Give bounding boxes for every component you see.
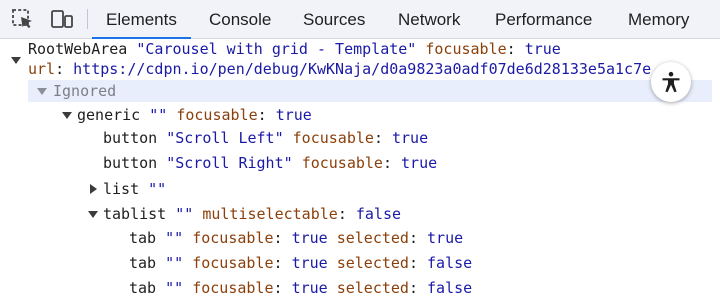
inspect-element-icon[interactable] [11, 8, 35, 30]
toolbar-divider [87, 9, 88, 29]
prop-key: selected [336, 279, 409, 297]
node-role: list [103, 180, 140, 198]
prop-value: true [291, 279, 328, 297]
tree-node-tab[interactable]: tab "" focusable: true selected: false [129, 276, 472, 300]
tab-sources[interactable]: Sources [303, 0, 365, 38]
prop-value: true [524, 40, 561, 58]
tree-node-tablist[interactable]: tablist "" multiselectable: false [103, 202, 401, 226]
node-name: "Carousel with grid - Template" [136, 40, 417, 58]
tree-node-button-scroll-right[interactable]: button "Scroll Right" focusable: true [103, 151, 437, 175]
tab-network[interactable]: Network [398, 0, 460, 38]
prop-key: focusable [301, 154, 383, 172]
tree-node-tab[interactable]: tab "" focusable: true selected: false [129, 251, 472, 275]
prop-value: true [401, 154, 438, 172]
node-name: "" [149, 106, 168, 124]
prop-value: false [355, 205, 402, 223]
prop-key: focusable [292, 129, 374, 147]
tree-node-tab[interactable]: tab "" focusable: true selected: true [129, 226, 463, 250]
prop-key: focusable [192, 229, 274, 247]
node-name: "" [165, 254, 184, 272]
accessibility-tree: RootWebArea "Carousel with grid - Templa… [0, 39, 720, 297]
tree-node-ignored-highlight [28, 80, 712, 102]
expand-caret-icon[interactable] [88, 211, 98, 218]
node-name: "" [165, 279, 184, 297]
prop-key: focusable [176, 106, 258, 124]
node-name: "" [165, 229, 184, 247]
prop-value: false [427, 279, 473, 297]
tab-performance[interactable]: Performance [495, 0, 592, 38]
url-value: https://cdpn.io/pen/debug/KwKNaja/d0a982… [73, 60, 652, 78]
prop-value: true [291, 254, 328, 272]
expand-caret-icon[interactable] [62, 112, 72, 119]
node-role: tablist [103, 205, 167, 223]
tree-node-root-url: url: https://cdpn.io/pen/debug/KwKNaja/d… [28, 60, 652, 78]
prop-key: focusable [192, 279, 274, 297]
prop-value: true [427, 229, 464, 247]
prop-value: false [427, 254, 473, 272]
tab-memory[interactable]: Memory [628, 0, 689, 38]
node-role: button [103, 154, 158, 172]
url-key: url [28, 60, 56, 78]
node-role: tab [129, 229, 157, 247]
devtools-toolbar: Elements Console Sources Network Perform… [0, 0, 720, 39]
prop-key: selected [336, 254, 409, 272]
node-role: button [103, 129, 158, 147]
prop-key: multiselectable [202, 205, 338, 223]
tree-node-generic[interactable]: generic "" focusable: true [77, 103, 312, 127]
node-role: tab [129, 279, 157, 297]
prop-value: true [275, 106, 312, 124]
tree-node-button-scroll-left[interactable]: button "Scroll Left" focusable: true [103, 126, 428, 150]
node-role: tab [129, 254, 157, 272]
node-role: generic [77, 106, 141, 124]
tab-console[interactable]: Console [209, 0, 271, 38]
prop-key: focusable [192, 254, 274, 272]
ignored-label: Ignored [53, 82, 117, 100]
prop-value: true [291, 229, 328, 247]
node-name: "" [148, 180, 167, 198]
tree-node-ignored[interactable]: Ignored [53, 79, 116, 103]
node-name: "" [175, 205, 194, 223]
tab-elements[interactable]: Elements [92, 0, 191, 39]
node-role: RootWebArea [28, 40, 128, 58]
node-name: "Scroll Right" [166, 154, 293, 172]
prop-key: focusable [425, 40, 507, 58]
device-toolbar-icon[interactable] [50, 8, 74, 30]
collapse-caret-icon[interactable] [90, 184, 97, 194]
expand-caret-icon[interactable] [11, 57, 21, 64]
accessibility-toggle-button[interactable] [651, 62, 691, 102]
prop-key: selected [336, 229, 409, 247]
prop-value: true [392, 129, 429, 147]
tree-node-list[interactable]: list "" [103, 177, 166, 201]
node-name: "Scroll Left" [166, 129, 284, 147]
expand-caret-icon[interactable] [37, 88, 47, 95]
